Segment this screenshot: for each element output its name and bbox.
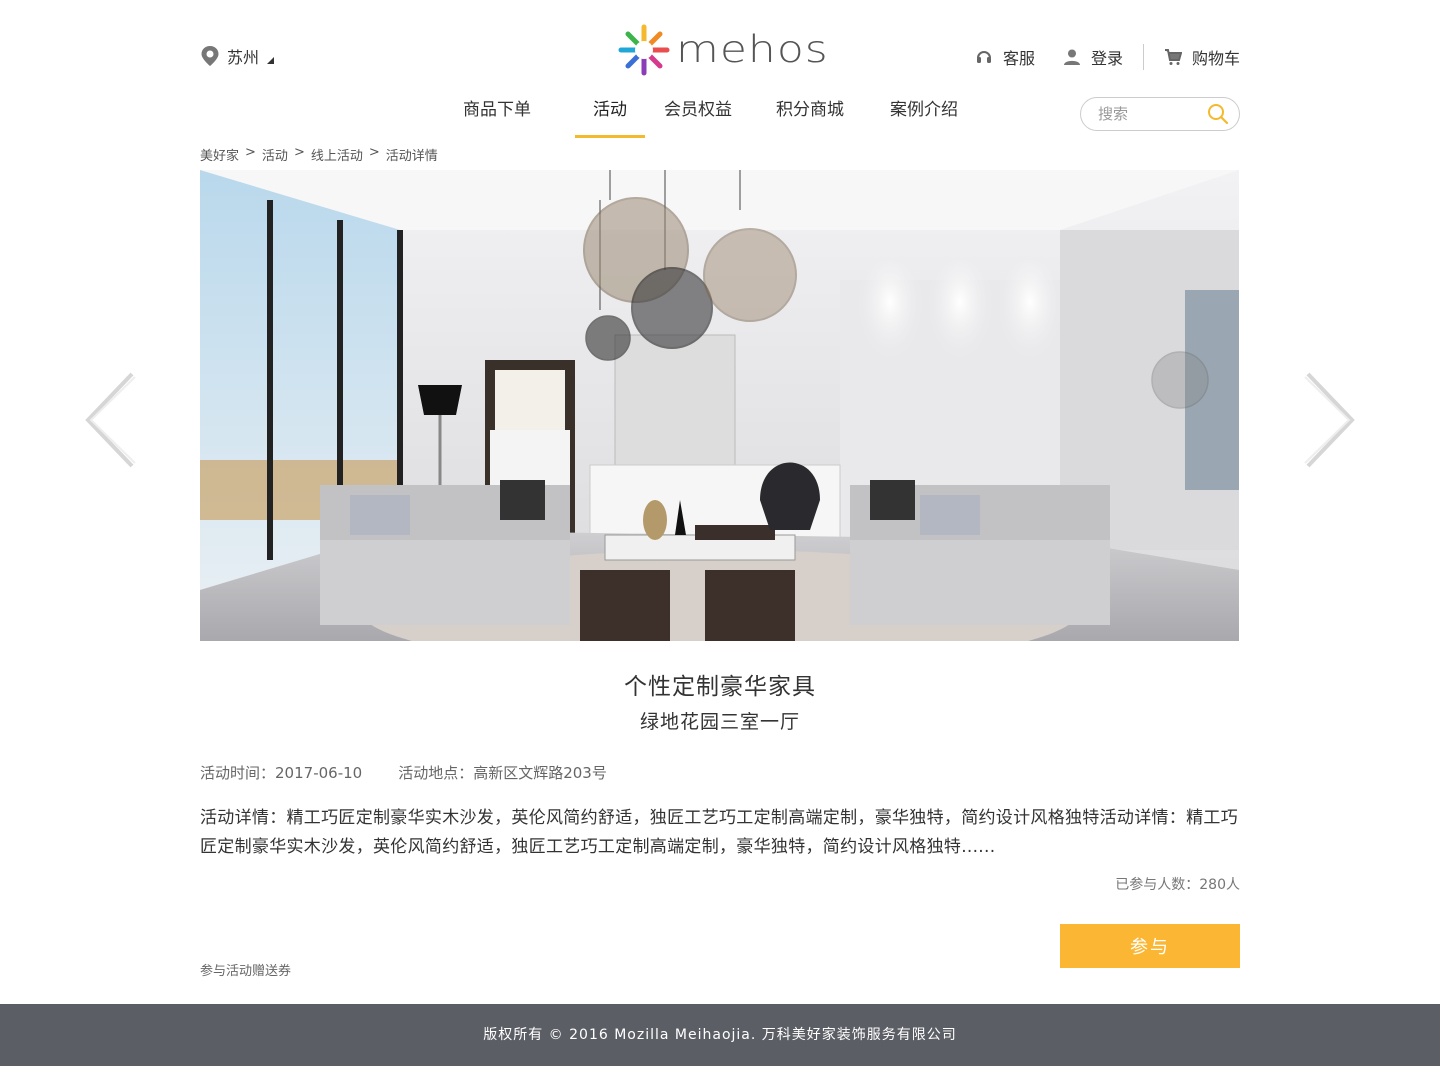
- activity-time-label: 活动时间：: [200, 764, 276, 782]
- divider: [1142, 44, 1144, 70]
- breadcrumb-separator: >: [368, 145, 380, 160]
- copyright-text: 版权所有 © 2016 Mozilla Meihaojia. 万科美好家装饰服务…: [483, 1027, 957, 1043]
- city-selector[interactable]: 苏州: [200, 44, 275, 68]
- breadcrumb-activity[interactable]: 活动: [262, 145, 288, 164]
- participant-count-value: 280人: [1199, 877, 1240, 893]
- logo-star-icon: [618, 24, 670, 76]
- logo-wordmark: mehos: [676, 27, 829, 72]
- nav-item-member-benefits[interactable]: 会员权益: [661, 98, 735, 138]
- site-logo[interactable]: mehos: [616, 22, 829, 78]
- participant-count: 已参与人数：280人: [1115, 874, 1240, 894]
- login-link[interactable]: 登录: [1063, 45, 1123, 69]
- breadcrumb-current: 活动详情: [385, 149, 438, 164]
- cart-icon: [1164, 49, 1182, 65]
- site-footer: 版权所有 © 2016 Mozilla Meihaojia. 万科美好家装饰服务…: [0, 1004, 1440, 1066]
- breadcrumb-home[interactable]: 美好家: [200, 145, 239, 164]
- participant-count-label: 已参与人数：: [1115, 877, 1200, 893]
- customer-service-link[interactable]: 客服: [975, 45, 1035, 69]
- nav-item-order[interactable]: 商品下单: [460, 98, 534, 138]
- activity-location: 活动地点：高新区文辉路203号: [398, 762, 607, 783]
- breadcrumb-separator: >: [293, 145, 305, 160]
- nav-item-activity[interactable]: 活动: [575, 98, 645, 138]
- main-nav: 商品下单 活动 会员权益 积分商城 案例介绍: [0, 90, 1440, 140]
- activity-time: 活动时间：2017-06-10: [200, 762, 362, 783]
- nav-item-points-mall[interactable]: 积分商城: [773, 98, 847, 138]
- user-icon: [1063, 49, 1080, 65]
- breadcrumb-separator: >: [245, 145, 256, 160]
- search-input[interactable]: [1098, 105, 1198, 123]
- hero-image: [200, 170, 1239, 641]
- login-label: 登录: [1090, 49, 1123, 68]
- search-icon[interactable]: [1207, 103, 1229, 125]
- living-room-illustration: [200, 170, 1239, 641]
- site-header: 苏州 mehos 客服 登录 购物车: [0, 0, 1440, 90]
- cart-link[interactable]: 购物车: [1164, 45, 1240, 69]
- top-links: 客服 登录 购物车: [975, 44, 1240, 70]
- cart-label: 购物车: [1191, 49, 1240, 68]
- search-box: [1080, 97, 1240, 131]
- carousel-prev-arrow-icon[interactable]: [82, 370, 138, 470]
- breadcrumb-online-activity[interactable]: 线上活动: [311, 145, 363, 164]
- headset-icon: [976, 51, 991, 63]
- chevron-down-icon: [267, 56, 275, 64]
- activity-meta: 活动时间：2017-06-10 活动地点：高新区文辉路203号: [200, 762, 643, 783]
- customer-service-label: 客服: [1002, 49, 1035, 68]
- nav-item-cases[interactable]: 案例介绍: [887, 98, 961, 138]
- city-name: 苏州: [227, 48, 260, 67]
- activity-details: 活动详情：精工巧匠定制豪华实木沙发，英伦风简约舒适，独匠工艺巧工定制高端定制，豪…: [200, 808, 1238, 857]
- carousel-next-arrow-icon[interactable]: [1302, 370, 1358, 470]
- gift-coupon-note: 参与活动赠送券: [200, 964, 292, 979]
- location-pin-icon: [201, 46, 219, 66]
- activity-location-value: 高新区文辉路203号: [473, 764, 607, 782]
- activity-time-value: 2017-06-10: [275, 764, 363, 782]
- join-button[interactable]: 参与: [1060, 924, 1240, 968]
- activity-subtitle: 绿地花园三室一厅: [639, 711, 800, 733]
- activity-title: 个性定制豪华家具: [624, 674, 816, 700]
- breadcrumb: 美好家 > 活动 > 线上活动 > 活动详情: [200, 145, 438, 164]
- activity-location-label: 活动地点：: [398, 764, 474, 782]
